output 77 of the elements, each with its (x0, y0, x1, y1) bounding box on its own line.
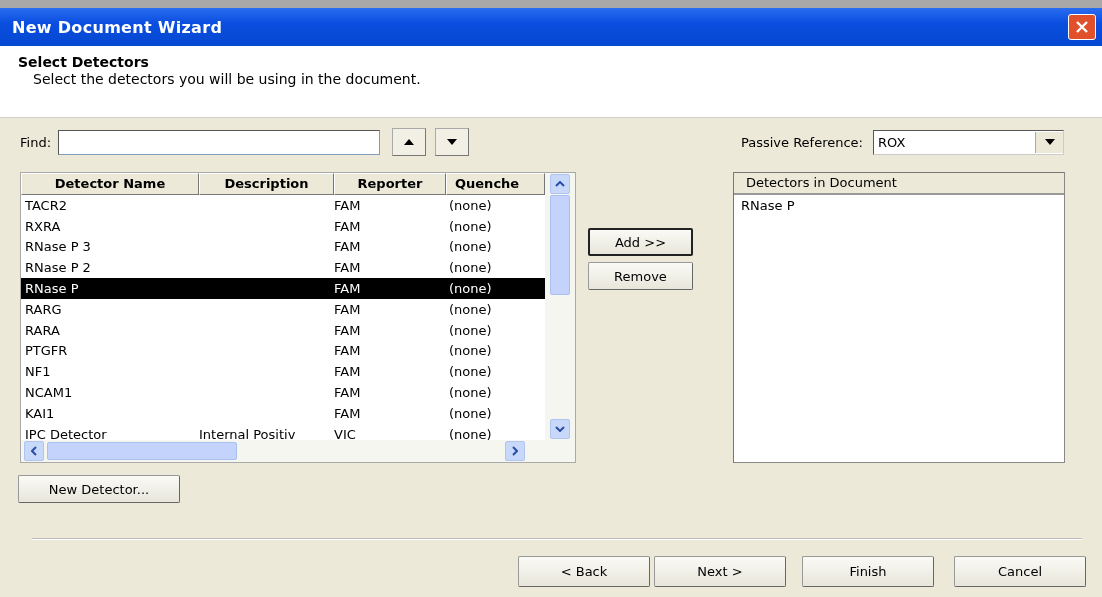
table-cell: (none) (449, 405, 492, 421)
column-header: Detectors in Document (734, 173, 1064, 195)
table-cell: FAM (334, 364, 361, 380)
passive-reference-label: Passive Reference: (740, 134, 863, 150)
table-cell: RARA (25, 322, 60, 338)
table-cell: Internal Positiv (199, 426, 296, 440)
next-button[interactable]: Next > (654, 556, 786, 587)
step-description: Select the detectors you will be using in the document. (32, 71, 422, 87)
table-cell: (none) (449, 260, 492, 276)
table-cell: KAI1 (25, 405, 55, 421)
scroll-right-button[interactable] (505, 441, 525, 461)
table-cell: (none) (449, 197, 492, 213)
remove-button[interactable]: Remove (588, 262, 693, 290)
chevron-left-icon (31, 446, 37, 456)
find-down-button[interactable] (435, 128, 469, 156)
table-cell: (none) (449, 218, 492, 234)
chevron-down-icon (555, 426, 565, 432)
scroll-left-button[interactable] (24, 441, 44, 461)
scroll-up-button[interactable] (550, 174, 570, 194)
table-cell: FAM (334, 218, 361, 234)
finish-button[interactable]: Finish (802, 556, 934, 587)
scroll-thumb[interactable] (47, 442, 237, 460)
add-button[interactable]: Add >> (588, 228, 693, 256)
chevron-up-icon (555, 181, 565, 187)
table-cell: FAM (334, 405, 361, 421)
horizontal-scrollbar[interactable] (21, 440, 575, 462)
step-title: Select Detectors (18, 54, 150, 70)
table-cell: (none) (449, 301, 492, 317)
find-label: Find: (20, 134, 51, 150)
table-cell: RARG (25, 301, 62, 317)
table-cell: (none) (449, 322, 492, 338)
close-icon (1075, 20, 1089, 34)
table-cell: NF1 (25, 364, 51, 380)
scroll-down-button[interactable] (550, 419, 570, 439)
table-cell: FAM (334, 385, 361, 401)
cancel-button[interactable]: Cancel (954, 556, 1086, 587)
table-cell: FAM (334, 281, 361, 297)
list-item[interactable]: RNase P (734, 196, 802, 215)
table-cell: VIC (334, 426, 356, 440)
column-header[interactable]: Quenche (446, 173, 545, 195)
table-cell: (none) (449, 426, 492, 440)
table-cell: (none) (449, 281, 492, 297)
column-header[interactable]: Reporter (334, 173, 446, 195)
scroll-thumb[interactable] (550, 195, 570, 295)
table-cell: (none) (449, 364, 492, 380)
find-up-button[interactable] (392, 128, 426, 156)
passive-reference-dropdown[interactable]: ROX (873, 129, 1064, 155)
chevron-right-icon (512, 446, 518, 456)
column-header[interactable]: Detector Name (21, 173, 199, 195)
back-button[interactable]: < Back (518, 556, 650, 587)
triangle-down-icon (447, 139, 457, 145)
table-cell: RNase P (25, 281, 79, 297)
table-cell: (none) (449, 343, 492, 359)
find-field[interactable] (58, 129, 380, 155)
table-cell: RNase P 2 (25, 260, 91, 276)
table-cell: FAM (334, 322, 361, 338)
new-detector-button[interactable]: New Detector... (18, 475, 180, 503)
table-cell: NCAM1 (25, 385, 73, 401)
table-cell: FAM (334, 343, 361, 359)
table-cell: PTGFR (25, 343, 68, 359)
table-row[interactable]: RNase P FAM (none) (21, 278, 545, 299)
window-title: New Document Wizard (12, 17, 223, 37)
table-cell: (none) (449, 239, 492, 255)
table-cell: RXRA (25, 218, 61, 234)
table-cell: RNase P 3 (25, 239, 91, 255)
close-button[interactable] (1068, 14, 1096, 40)
table-cell: TACR2 (25, 197, 67, 213)
vertical-scrollbar[interactable] (545, 173, 575, 440)
column-header[interactable]: Description (199, 173, 334, 195)
table-cell: FAM (334, 260, 361, 276)
triangle-down-icon (1044, 139, 1055, 145)
table-cell: IPC Detector (25, 426, 107, 440)
table-cell: (none) (449, 385, 492, 401)
triangle-up-icon (404, 139, 414, 145)
table-cell: FAM (334, 197, 361, 213)
table-cell: FAM (334, 301, 361, 317)
table-cell: FAM (334, 239, 361, 255)
